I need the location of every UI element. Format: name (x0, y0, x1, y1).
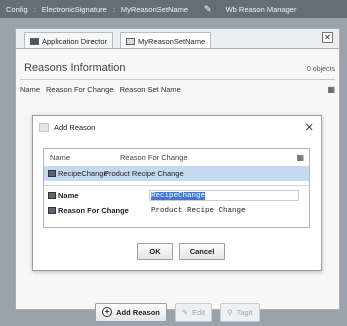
property-icon (48, 192, 56, 199)
pencil-icon[interactable]: ✎ (204, 4, 212, 15)
row-name: RecipeChange (58, 169, 108, 178)
reason-field-row: Reason For Change Product Recipe Change (44, 204, 309, 217)
column-name[interactable]: Name (20, 85, 40, 94)
reason-icon (48, 170, 56, 177)
tab-application-director[interactable]: Application Director (24, 32, 114, 49)
dialog-title: Add Reason (54, 122, 96, 132)
pencil-icon: ✎ (181, 307, 189, 317)
column-chooser-icon[interactable]: ▦ (296, 153, 304, 162)
name-field[interactable]: RecipeChange (149, 190, 299, 201)
cancel-button[interactable]: Cancel (179, 243, 225, 260)
tab-label: Application Director (42, 36, 108, 46)
column-reason-for-change[interactable]: Reason For Change (46, 85, 114, 94)
tagit-label: TagIt (236, 307, 253, 317)
breadcrumb-electronic-signature[interactable]: ElectronicSignature (36, 5, 113, 14)
object-count: 0 objects (306, 66, 335, 73)
add-reason-button[interactable]: + Add Reason (95, 302, 167, 322)
ok-button[interactable]: OK (137, 243, 173, 260)
close-tab-button[interactable]: ✕ (322, 32, 333, 43)
reason-field[interactable]: Product Recipe Change (149, 205, 299, 216)
table-row[interactable]: RecipeChange Product Recipe Change (44, 166, 309, 181)
row-reason: Product Recipe Change (104, 169, 184, 178)
document-icon (126, 37, 135, 45)
add-reason-dialog: Add Reason ✕ Name Reason For Change ▦ Re… (32, 115, 322, 271)
tab-strip: Application Director MyReasonSetName ✕ (15, 28, 340, 49)
column-name[interactable]: Name (50, 153, 70, 162)
dialog-icon (39, 122, 49, 132)
app-director-icon (30, 37, 39, 45)
name-field-row: Name RecipeChange (44, 189, 309, 202)
tag-icon: ⚲ (227, 307, 233, 317)
breadcrumb-config[interactable]: Config (0, 5, 34, 14)
breadcrumb-reason-set[interactable]: MyReasonSetName (115, 5, 194, 14)
tab-my-reason-set[interactable]: MyReasonSetName (120, 32, 212, 49)
name-label: Name (58, 191, 79, 200)
close-icon[interactable]: ✕ (305, 121, 314, 134)
tab-label: MyReasonSetName (138, 36, 206, 46)
dialog-title-bar: Add Reason (33, 116, 321, 138)
view-selector[interactable]: Wb Reason Manager (220, 5, 303, 14)
add-reason-label: Add Reason (116, 307, 160, 317)
divider (44, 185, 309, 186)
column-reason-set-name[interactable]: Reason Set Name (120, 85, 181, 94)
edit-button[interactable]: ✎ Edit (174, 302, 213, 322)
property-icon (48, 207, 56, 214)
panel-title: Reasons Information (24, 62, 126, 74)
divider (20, 79, 335, 80)
reason-label: Reason For Change (58, 206, 129, 215)
edit-label: Edit (192, 307, 206, 317)
name-field-value: RecipeChange (151, 192, 206, 200)
column-chooser-icon[interactable]: ▦ (327, 85, 335, 94)
table-header: Name Reason For Change Reason Set Name ▦ (20, 83, 335, 96)
reason-editor: Name Reason For Change ▦ RecipeChange Pr… (43, 148, 310, 228)
tagit-button[interactable]: ⚲ TagIt (220, 302, 260, 322)
dialog-table-header: Name Reason For Change ▦ (44, 149, 309, 166)
breadcrumb: Config : ElectronicSignature : MyReasonS… (0, 0, 347, 18)
column-reason-for-change[interactable]: Reason For Change (120, 153, 188, 162)
plus-icon: + (102, 307, 113, 317)
bottom-toolbar: + Add Reason ✎ Edit ⚲ TagIt (15, 298, 340, 326)
